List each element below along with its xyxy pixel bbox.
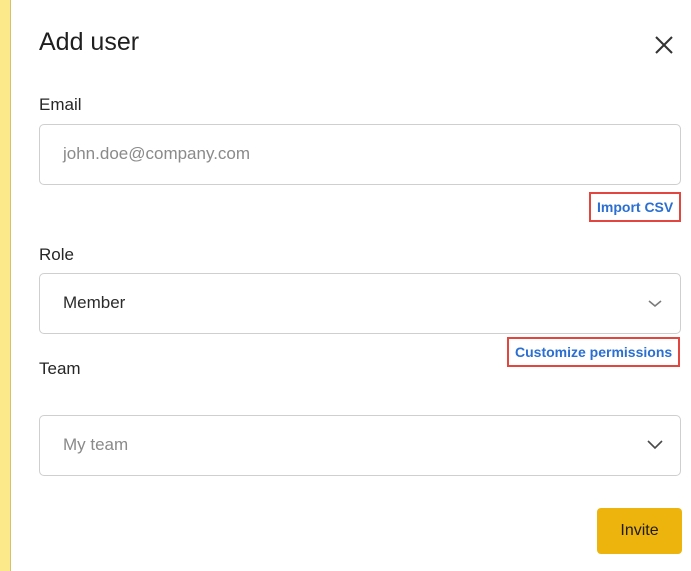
chevron-down-icon [646,437,664,450]
add-user-dialog: Add user Email john.doe@company.com Impo… [10,0,691,571]
invite-button[interactable]: Invite [597,508,682,554]
role-selected-value: Member [63,293,126,312]
team-placeholder: My team [63,435,129,454]
import-csv-link[interactable]: Import CSV [589,192,682,222]
email-label: Email [39,95,82,114]
team-select[interactable]: My team [39,415,681,476]
chevron-down-icon [646,296,664,308]
email-field[interactable]: john.doe@company.com [39,124,681,185]
team-label: Team [39,359,81,378]
role-select[interactable]: Member [39,273,681,334]
role-label: Role [39,245,74,264]
email-placeholder: john.doe@company.com [63,144,251,163]
customize-permissions-link[interactable]: Customize permissions [507,337,681,367]
dialog-title: Add user [39,28,140,56]
close-icon[interactable] [653,34,675,56]
